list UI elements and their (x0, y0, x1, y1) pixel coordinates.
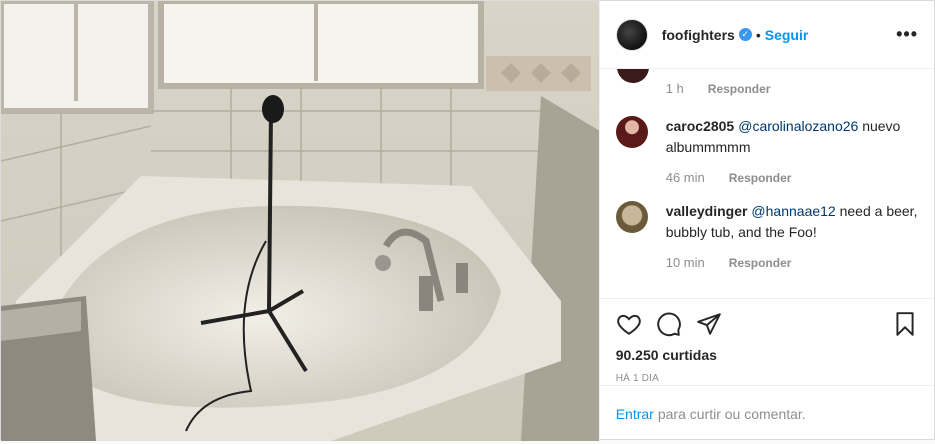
comment-text: valleydinger @hannaae12 need a beer, bubb… (666, 201, 918, 243)
verified-badge-icon: ✓ (738, 28, 752, 41)
comment-time: 1 h (665, 81, 684, 96)
comment-meta: 1 h Responder (616, 81, 918, 96)
post-photo[interactable] (1, 1, 599, 441)
post-side-panel: foofighters ✓ • Seguir ••• 1 h Responder… (598, 1, 934, 441)
comment-item: valleydinger @hannaae12 need a beer, bubb… (615, 201, 918, 270)
comment-username[interactable]: valleydinger (666, 203, 748, 219)
comment-meta: 10 min Responder (666, 255, 918, 270)
comment-text: caroc2805 @carolinalozano26 nuevo albummm… (666, 116, 918, 158)
avatar[interactable] (615, 201, 648, 233)
comment-time: 46 min (665, 170, 705, 185)
post-header: foofighters ✓ • Seguir ••• (599, 1, 934, 69)
likes-count[interactable]: 90.250 curtidas (616, 347, 918, 363)
avatar[interactable] (615, 116, 648, 148)
login-link[interactable]: Entrar (616, 406, 654, 422)
comments-list[interactable]: 1 h Responder caroc2805 @carolinalozano26… (600, 69, 934, 298)
separator-dot: • (755, 26, 761, 43)
avatar[interactable] (615, 18, 648, 51)
comment-meta: 46 min Responder (666, 170, 918, 185)
comment-username[interactable]: caroc2805 (666, 118, 735, 134)
mention-link[interactable]: @carolinalozano26 (738, 118, 858, 134)
reply-button[interactable]: Responder (708, 82, 771, 96)
action-icons (616, 309, 918, 339)
bookmark-icon[interactable] (892, 311, 918, 337)
username-link[interactable]: foofighters (662, 27, 735, 43)
share-icon[interactable] (696, 311, 722, 337)
follow-button[interactable]: Seguir (765, 27, 809, 43)
mention-link[interactable]: @hannaae12 (751, 203, 835, 219)
reply-button[interactable]: Responder (729, 171, 792, 185)
heart-icon[interactable] (616, 311, 642, 337)
bathtub-photo (1, 1, 599, 441)
add-comment-text: para curtir ou comentar. (657, 405, 806, 422)
add-comment-bar: Entrar para curtir ou comentar. (599, 385, 934, 441)
comment-icon[interactable] (656, 311, 682, 337)
post-time-ago[interactable]: HÁ 1 DIA (616, 373, 918, 384)
more-options-icon[interactable]: ••• (896, 24, 918, 45)
post-card: foofighters ✓ • Seguir ••• 1 h Responder… (0, 0, 935, 441)
comment-item: caroc2805 @carolinalozano26 nuevo albummm… (615, 116, 918, 185)
comment-time: 10 min (665, 255, 705, 270)
reply-button[interactable]: Responder (729, 256, 792, 270)
